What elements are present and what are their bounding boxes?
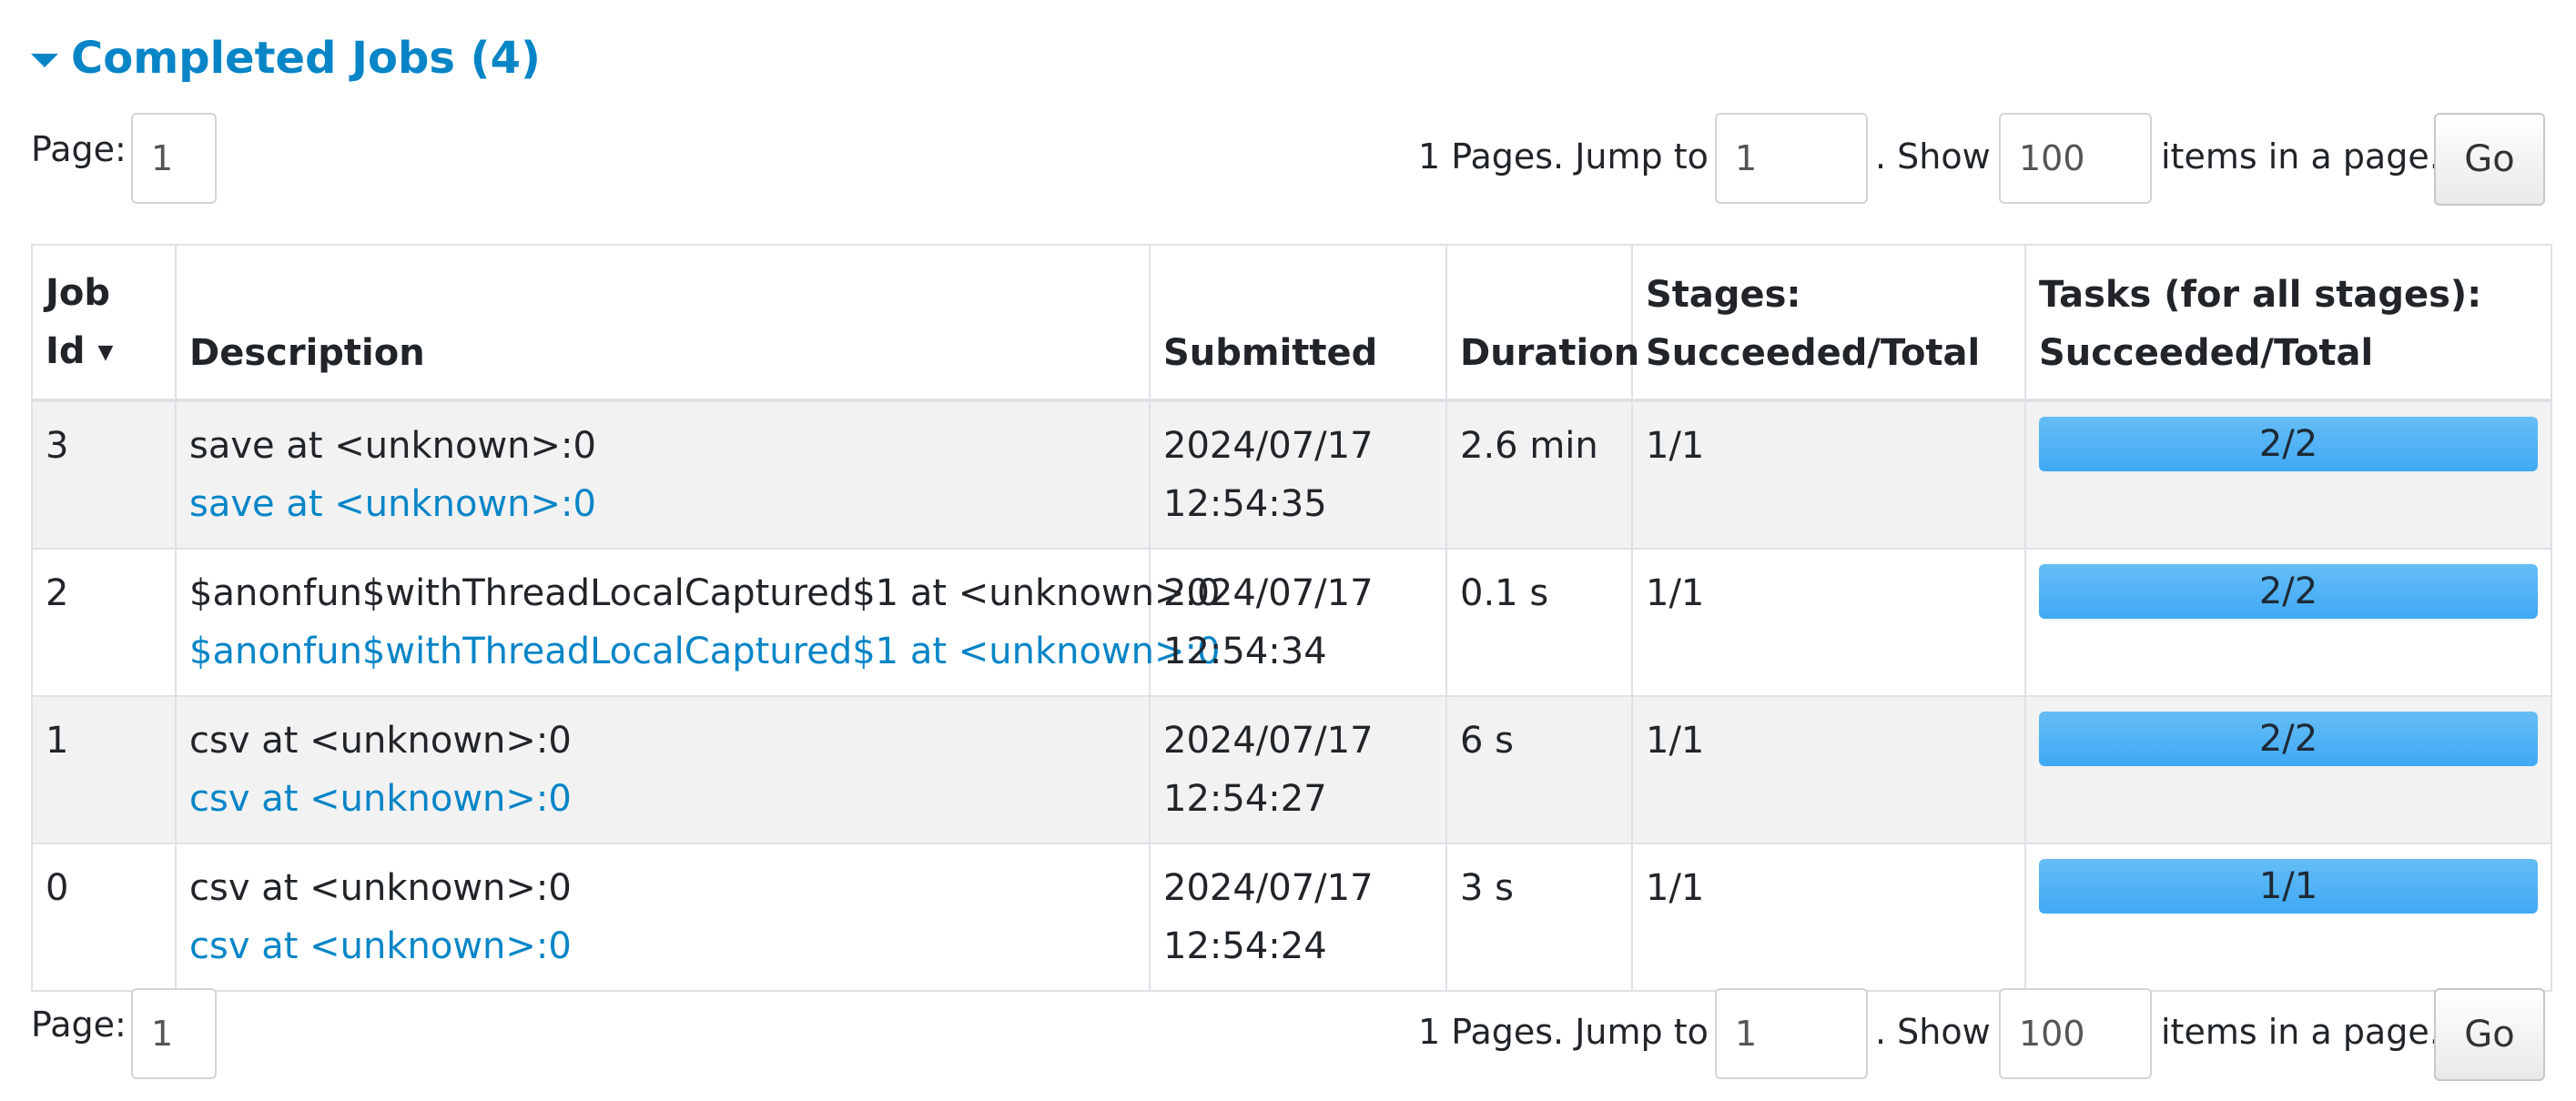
pages-jump-text: 1 Pages. Jump to (1418, 1012, 1709, 1052)
description-cell: csv at <unknown>:0 csv at <unknown>:0 (175, 695, 1151, 844)
submitted-cell: 2024/07/17 12:54:35 (1149, 399, 1447, 550)
pages-jump-text: 1 Pages. Jump to (1418, 136, 1709, 177)
stages-cell: 1/1 (1631, 695, 2026, 844)
stages-cell: 1/1 (1631, 399, 2026, 550)
section-title: Completed Jobs (4) (71, 33, 541, 84)
duration-cell: 0.1 s (1445, 548, 1633, 697)
tasks-progress-bar: 2/2 (2039, 564, 2538, 619)
submitted-cell: 2024/07/17 12:54:24 (1149, 843, 1447, 992)
stages-cell: 1/1 (1631, 548, 2026, 697)
go-button[interactable]: Go (2434, 113, 2545, 206)
job-description: save at <unknown>:0 (189, 425, 596, 467)
tasks-progress-bar: 1/1 (2039, 859, 2538, 914)
table-row: 2 $anonfun$withThreadLocalCaptured$1 at … (31, 548, 2552, 697)
tasks-cell: 2/2 (2024, 548, 2552, 697)
submitted-cell: 2024/07/17 12:54:27 (1149, 695, 1447, 844)
job-detail-link[interactable]: save at <unknown>:0 (189, 475, 1136, 533)
duration-cell: 3 s (1445, 843, 1633, 992)
go-button[interactable]: Go (2434, 988, 2545, 1081)
show-text: . Show (1875, 136, 1991, 177)
progress-label: 1/1 (2258, 865, 2318, 907)
caret-down-icon (31, 53, 58, 67)
job-id-cell: 1 (31, 695, 177, 844)
table-row: 0 csv at <unknown>:0 csv at <unknown>:0 … (31, 843, 2552, 992)
page-number-input[interactable] (131, 988, 217, 1079)
submitted-cell: 2024/07/17 12:54:34 (1149, 548, 1447, 697)
header-job-id[interactable]: Job Id ▼ (31, 244, 177, 401)
table-header-row: Job Id ▼ Description Submitted Duration S… (31, 244, 2552, 401)
page-number-input[interactable] (131, 113, 217, 204)
description-cell: $anonfun$withThreadLocalCaptured$1 at <u… (175, 548, 1221, 697)
header-submitted[interactable]: Submitted (1149, 244, 1447, 401)
progress-label: 2/2 (2258, 571, 2318, 612)
items-per-page-text: items in a page. (2161, 1012, 2440, 1052)
tasks-cell: 2/2 (2024, 695, 2552, 844)
stages-cell: 1/1 (1631, 843, 2026, 992)
items-per-page-text: items in a page. (2161, 136, 2440, 177)
progress-label: 2/2 (2258, 423, 2318, 465)
header-stages[interactable]: Stages: Succeeded/Total (1631, 244, 2026, 401)
progress-label: 2/2 (2258, 718, 2318, 760)
job-id-cell: 0 (31, 843, 177, 992)
completed-jobs-toggle[interactable]: Completed Jobs (4) (31, 31, 541, 86)
header-tasks[interactable]: Tasks (for all stages): Succeeded/Total (2024, 244, 2552, 401)
pagination-top: Page: 1 Pages. Jump to . Show items in a… (31, 113, 2549, 206)
description-cell: save at <unknown>:0 save at <unknown>:0 (175, 399, 1151, 550)
table-row: 1 csv at <unknown>:0 csv at <unknown>:0 … (31, 695, 2552, 844)
tasks-progress-bar: 2/2 (2039, 417, 2538, 471)
header-description[interactable]: Description (175, 244, 1151, 401)
page-size-input[interactable] (1999, 988, 2152, 1079)
show-text: . Show (1875, 1012, 1991, 1052)
sort-descending-icon[interactable]: ▼ (98, 341, 114, 364)
page-label: Page: (31, 1005, 127, 1045)
completed-jobs-table: Job Id ▼ Description Submitted Duration S… (31, 244, 2552, 992)
tasks-progress-bar: 2/2 (2039, 712, 2538, 766)
job-id-cell: 2 (31, 548, 177, 697)
job-detail-link[interactable]: csv at <unknown>:0 (189, 917, 1136, 975)
job-detail-link[interactable]: csv at <unknown>:0 (189, 770, 1136, 828)
page-label: Page: (31, 129, 127, 169)
table-row: 3 save at <unknown>:0 save at <unknown>:… (31, 399, 2552, 550)
jump-to-page-input[interactable] (1715, 113, 1868, 204)
pagination-bottom: Page: 1 Pages. Jump to . Show items in a… (31, 988, 2549, 1081)
job-description: csv at <unknown>:0 (189, 720, 572, 762)
duration-cell: 6 s (1445, 695, 1633, 844)
job-id-cell: 3 (31, 399, 177, 550)
tasks-cell: 2/2 (2024, 399, 2552, 550)
job-detail-link[interactable]: $anonfun$withThreadLocalCaptured$1 at <u… (189, 622, 1220, 681)
tasks-cell: 1/1 (2024, 843, 2552, 992)
header-duration[interactable]: Duration (1445, 244, 1639, 401)
jump-to-page-input[interactable] (1715, 988, 1868, 1079)
job-description: $anonfun$withThreadLocalCaptured$1 at <u… (189, 572, 1221, 614)
page-size-input[interactable] (1999, 113, 2152, 204)
job-description: csv at <unknown>:0 (189, 867, 572, 909)
duration-cell: 2.6 min (1445, 399, 1633, 550)
description-cell: csv at <unknown>:0 csv at <unknown>:0 (175, 843, 1151, 992)
